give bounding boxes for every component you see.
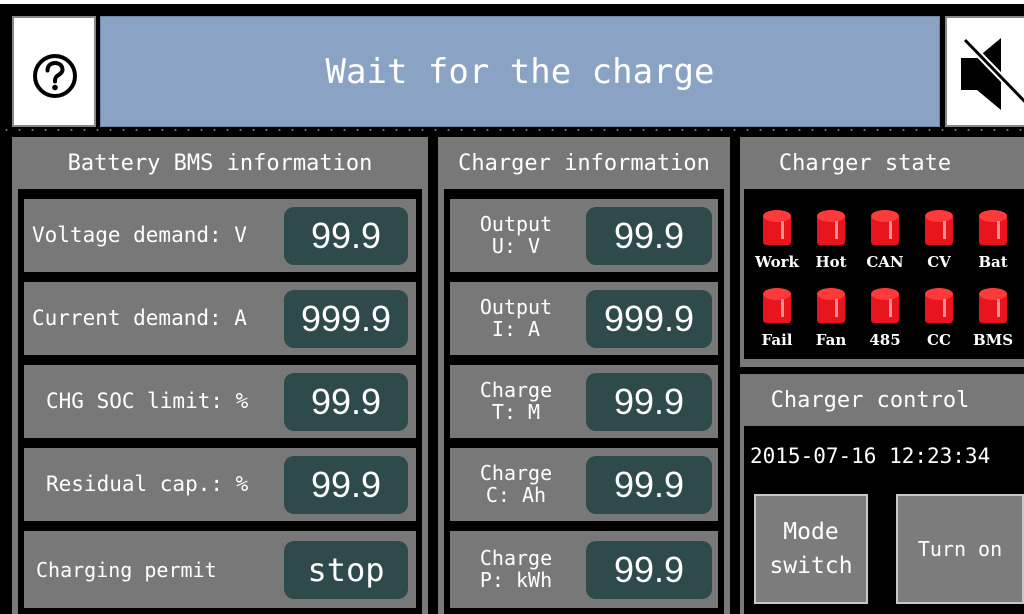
charger-control-panel: Charger control 2015-07-16 12:23:34 Mode… <box>740 374 1024 614</box>
label-line2: P: kWh <box>479 568 553 592</box>
label-line2: I: A <box>491 317 541 341</box>
charger-row-label: Output U: V <box>468 213 564 257</box>
speaker-muted-icon <box>961 37 1024 110</box>
label-line2: T: M <box>491 400 541 424</box>
bms-row-label: Voltage demand: V <box>32 223 247 247</box>
status-led <box>925 210 953 245</box>
charger-row-output-u: Output U: V 99.9 <box>450 199 718 272</box>
bms-row-label: CHG SOC limit: % <box>46 389 249 413</box>
mode-switch-line1: Mode <box>783 519 839 545</box>
output-current-value: 999.9 <box>586 290 712 348</box>
status-led-label: CV <box>927 253 951 271</box>
charger-info-panel: Charger information Output U: V 99.9 Outp… <box>438 137 730 614</box>
label-line1: Charge <box>479 378 553 402</box>
status-title-bar: Wait for the charge <box>100 16 940 127</box>
status-led-label: Hot <box>815 253 847 271</box>
bms-panel-body: Voltage demand: V 99.9 Current demand: A… <box>18 189 422 614</box>
charger-row-output-i: Output I: A 999.9 <box>450 282 718 355</box>
bms-row-label: Residual cap.: % <box>46 472 249 496</box>
charger-row-label: Charge P: kWh <box>468 547 564 591</box>
charger-row-label: Charge C: Ah <box>468 462 564 506</box>
status-led <box>763 210 791 245</box>
status-led-label: 485 <box>869 331 901 349</box>
status-led <box>979 210 1007 245</box>
mute-button[interactable] <box>945 16 1024 127</box>
charger-info-body: Output U: V 99.9 Output I: A 999.9 Charge T… <box>444 189 724 614</box>
bms-row-permit: Charging permit stop <box>24 531 416 608</box>
charger-control-title: Charger control <box>770 387 970 413</box>
charge-time-value: 99.9 <box>586 373 712 431</box>
bms-row-soc-limit: CHG SOC limit: % 99.9 <box>24 365 416 438</box>
status-led-label: Bat <box>978 253 1008 271</box>
charger-row-charge-t: Charge T: M 99.9 <box>450 365 718 438</box>
label-line1: Output <box>479 212 553 236</box>
charger-row-charge-c: Charge C: Ah 99.9 <box>450 448 718 521</box>
charger-row-label: Charge T: M <box>468 379 564 423</box>
hmi-screen: Wait for the charge Battery BMS informat… <box>0 4 1024 614</box>
status-led <box>817 288 845 323</box>
voltage-demand-value: 99.9 <box>284 207 408 265</box>
status-led-label: CAN <box>866 253 904 271</box>
bms-row-label: Charging permit <box>36 558 217 582</box>
charger-row-label: Output I: A <box>468 296 564 340</box>
charger-state-body: Work Hot CAN CV Bat Fail Fan 485 CC BMS <box>744 189 1024 359</box>
bms-row-residual: Residual cap.: % 99.9 <box>24 448 416 521</box>
datetime-display: 2015-07-16 12:23:34 <box>750 444 991 468</box>
residual-cap-value: 99.9 <box>284 456 408 514</box>
status-title: Wait for the charge <box>325 51 715 92</box>
charger-row-charge-p: Charge P: kWh 99.9 <box>450 531 718 608</box>
charging-permit-value: stop <box>284 541 408 599</box>
status-led <box>925 288 953 323</box>
charger-info-title: Charger information <box>458 150 710 176</box>
status-led <box>763 288 791 323</box>
bms-row-label: Current demand: A <box>32 306 247 330</box>
label-line1: Charge <box>479 546 553 570</box>
status-led <box>871 210 899 245</box>
status-led <box>817 210 845 245</box>
charge-power-value: 99.9 <box>586 541 712 599</box>
question-circle-icon <box>33 54 77 98</box>
status-led <box>871 288 899 323</box>
status-led <box>979 288 1007 323</box>
help-button[interactable] <box>12 16 96 127</box>
output-voltage-value: 99.9 <box>586 207 712 265</box>
header-bar: Wait for the charge <box>0 12 1024 127</box>
bms-panel-title: Battery BMS information <box>67 150 373 176</box>
label-line1: Charge <box>479 461 553 485</box>
label-line2: C: Ah <box>485 483 547 507</box>
label-line2: U: V <box>491 234 541 258</box>
label-line1: Output <box>479 295 553 319</box>
status-led-label: CC <box>927 331 951 349</box>
charger-control-body: 2015-07-16 12:23:34 Mode switch Turn on <box>744 426 1024 614</box>
status-led-label: Fail <box>761 331 793 349</box>
separator-dots <box>0 128 1024 132</box>
charger-state-title: Charger state <box>778 150 952 176</box>
mode-switch-button[interactable]: Mode switch <box>754 494 868 604</box>
charger-state-panel: Charger state Work Hot CAN CV Bat Fail Fan 485 C… <box>740 137 1024 367</box>
soc-limit-value: 99.9 <box>284 373 408 431</box>
turn-on-button[interactable]: Turn on <box>896 494 1024 604</box>
bms-panel: Battery BMS information Voltage demand: … <box>12 137 428 614</box>
status-led-label: BMS <box>972 331 1014 349</box>
bms-row-current: Current demand: A 999.9 <box>24 282 416 355</box>
bms-row-voltage: Voltage demand: V 99.9 <box>24 199 416 272</box>
charge-capacity-value: 99.9 <box>586 456 712 514</box>
status-led-label: Fan <box>815 331 847 349</box>
mode-switch-label: Mode switch <box>769 515 852 583</box>
current-demand-value: 999.9 <box>284 290 408 348</box>
status-led-label: Work <box>755 253 799 271</box>
mode-switch-line2: switch <box>769 553 853 579</box>
